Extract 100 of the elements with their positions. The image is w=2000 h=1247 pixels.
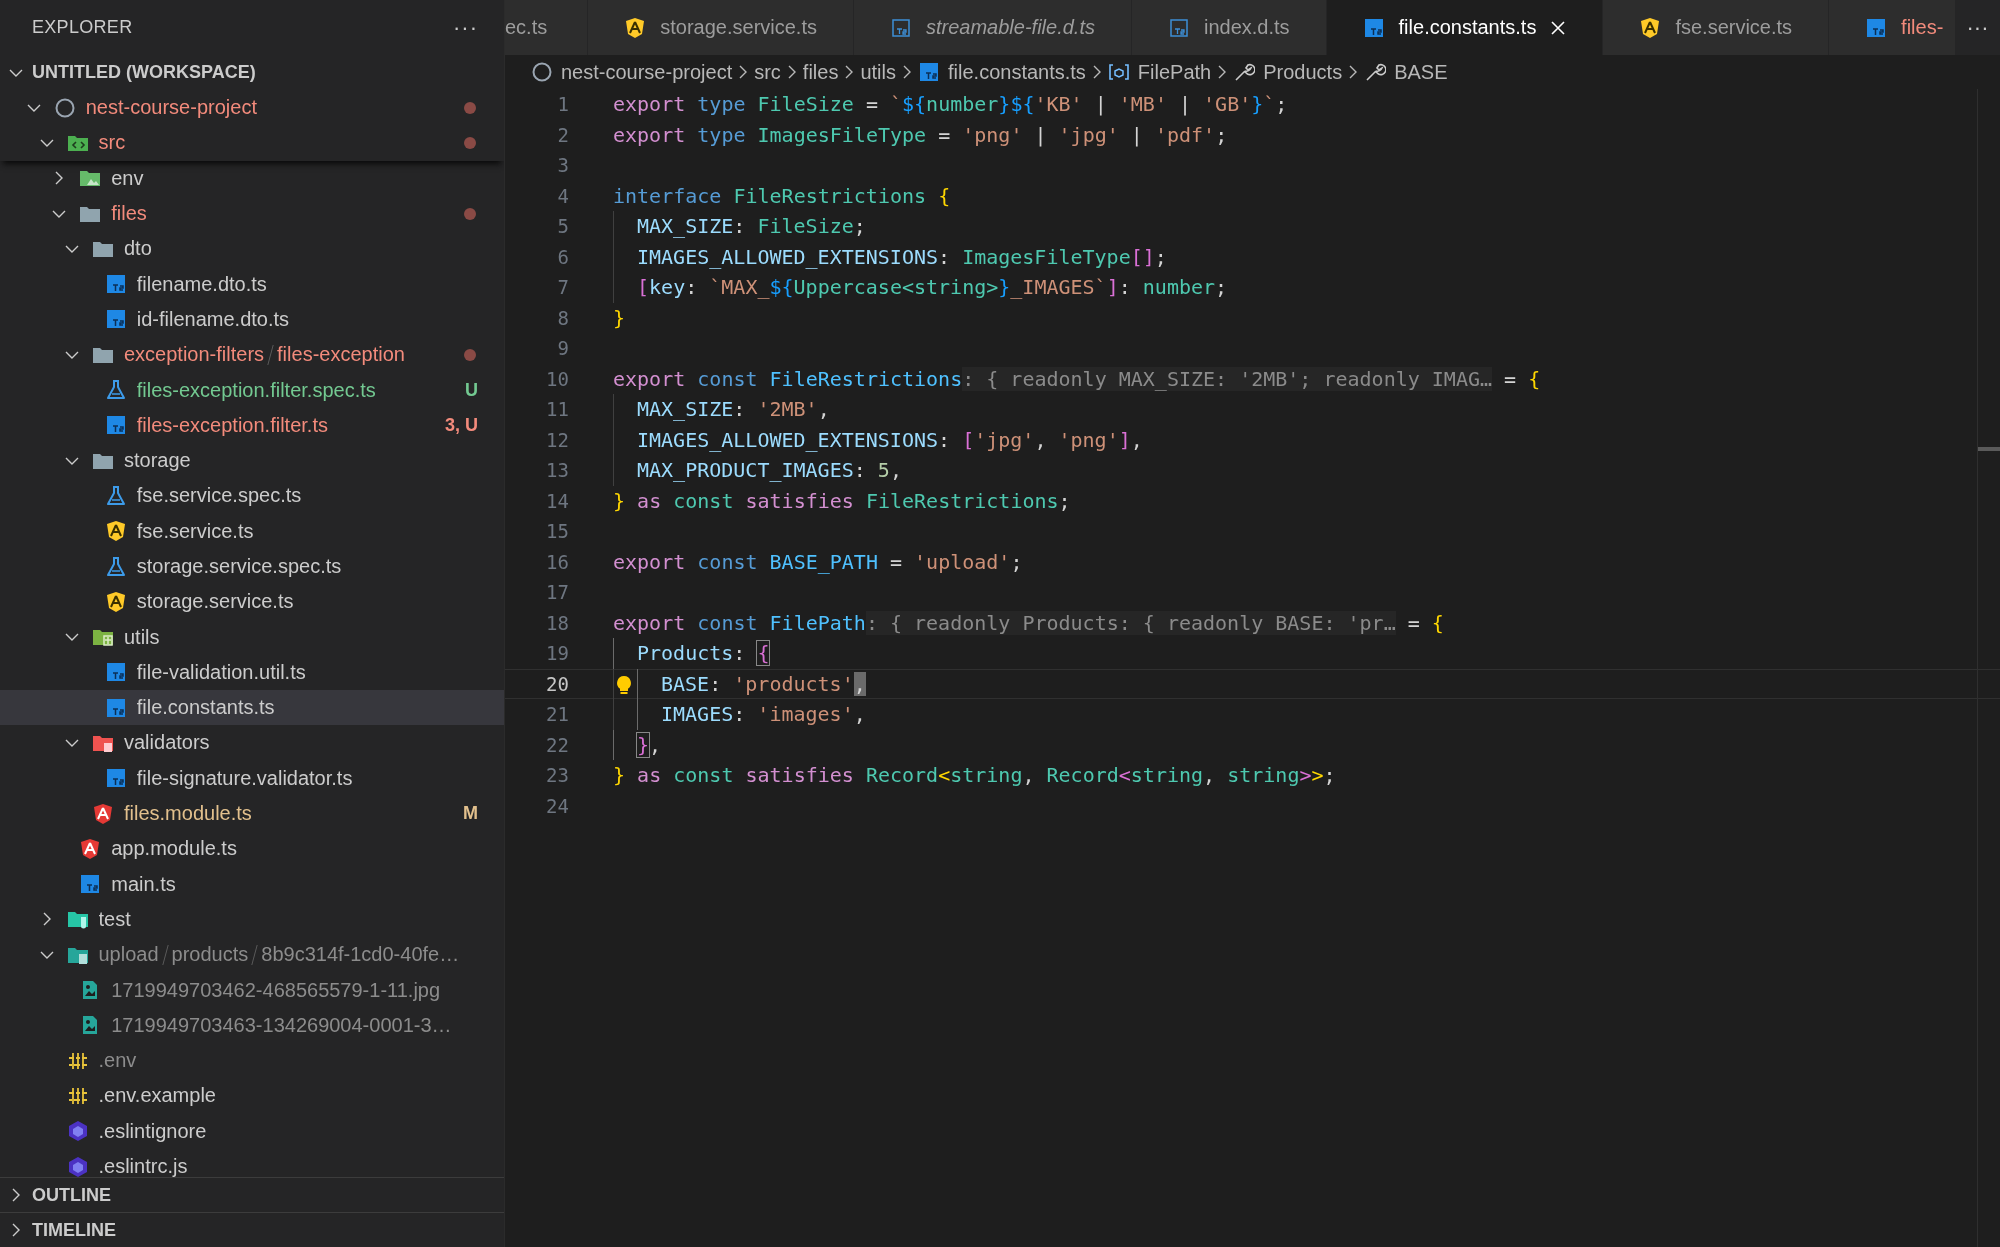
breadcrumb-item[interactable]: FilePath bbox=[1107, 60, 1212, 84]
code-line: MAX_SIZE: FileSize; bbox=[613, 212, 866, 241]
panel-title: TIMELINE bbox=[32, 1219, 116, 1241]
variable-icon bbox=[1107, 61, 1130, 83]
code-line: interface FileRestrictions { bbox=[613, 182, 951, 210]
file-name: fse.service.spec.ts bbox=[136, 484, 303, 508]
breadcrumb-item[interactable]: nest-course-project bbox=[531, 60, 733, 84]
line-number: 5 bbox=[556, 215, 569, 238]
code-line: BASE: 'products', bbox=[613, 669, 866, 698]
folder-name: env bbox=[111, 166, 145, 190]
folder-name: src bbox=[98, 131, 127, 155]
file-name: id-filename.dto.ts bbox=[136, 307, 291, 331]
line-number: 15 bbox=[545, 520, 569, 543]
line-number: 20 bbox=[545, 672, 569, 695]
breadcrumb-item[interactable]: BASE bbox=[1364, 60, 1448, 84]
code-line: MAX_PRODUCT_IMAGES: 5, bbox=[613, 456, 902, 485]
file-name: .env bbox=[98, 1049, 138, 1073]
line-number: 13 bbox=[545, 459, 569, 482]
lightbulb-icon[interactable] bbox=[615, 674, 633, 695]
line-number: 11 bbox=[545, 398, 569, 421]
breadcrumb-item[interactable]: Products bbox=[1233, 60, 1343, 84]
file-name: app.module.ts bbox=[111, 837, 238, 861]
typescript-file-icon bbox=[918, 61, 940, 83]
line-number: 21 bbox=[545, 703, 569, 726]
code-line: } bbox=[613, 304, 626, 332]
chevron-right-icon bbox=[1217, 64, 1228, 80]
editor-tab[interactable]: ec.ts bbox=[505, 0, 589, 55]
panel-header[interactable]: OUTLINE bbox=[0, 1177, 504, 1212]
editor-tab[interactable]: streamable-file.d.ts bbox=[854, 0, 1132, 55]
tree-item[interactable]: src bbox=[0, 125, 504, 161]
typescript-file-icon bbox=[104, 414, 127, 437]
panel-header[interactable]: TIMELINE bbox=[0, 1212, 504, 1247]
more-actions-button[interactable]: ··· bbox=[1955, 0, 2000, 55]
breadcrumb-item[interactable]: files bbox=[802, 60, 839, 84]
breadcrumb-item[interactable]: file.constants.ts bbox=[918, 60, 1086, 84]
typescript-file-icon bbox=[104, 308, 127, 331]
folder-name: 8b9c314f-1cd0-40fe… bbox=[261, 943, 460, 967]
file-name: file-validation.util.ts bbox=[136, 660, 307, 684]
code-line: } as const satisfies FileRestrictions; bbox=[613, 487, 1071, 515]
code-line: }, bbox=[613, 730, 662, 759]
line-number: 16 bbox=[545, 550, 569, 573]
line-number: 6 bbox=[556, 245, 569, 268]
line-number: 22 bbox=[545, 733, 569, 756]
hexagon-icon bbox=[66, 1120, 89, 1143]
folder-name: files bbox=[111, 202, 148, 226]
line-number: 10 bbox=[545, 367, 569, 390]
editor-tab[interactable]: files- bbox=[1829, 0, 1955, 55]
file-name: .env.example bbox=[98, 1084, 217, 1108]
file-name: file.constants.ts bbox=[136, 696, 276, 720]
workspace-header[interactable]: UNTITLED (WORKSPACE) bbox=[0, 55, 504, 90]
folder-name: test bbox=[98, 907, 132, 931]
angular-icon bbox=[79, 837, 102, 860]
git-status-label: M bbox=[463, 803, 478, 825]
file-name: 1719949703462-468565579-1-11.jpg bbox=[111, 978, 442, 1002]
folder-name: products bbox=[171, 943, 249, 967]
scrollbar-marker bbox=[1978, 447, 2000, 451]
file-name: 1719949703463-134269004-0001-3… bbox=[111, 1013, 453, 1037]
panel-title: OUTLINE bbox=[32, 1184, 111, 1206]
editor-tab[interactable]: storage.service.ts bbox=[588, 0, 854, 55]
angular-service-icon bbox=[1639, 16, 1662, 39]
line-number: 18 bbox=[545, 611, 569, 634]
code-line: export type FileSize = `${number}${'KB' | 'MB' | 'GB'}`; bbox=[613, 91, 1288, 119]
file-name: files-exception.filter.spec.ts bbox=[136, 378, 377, 402]
tree-item[interactable]: file.constants.ts bbox=[0, 690, 504, 726]
line-number: 2 bbox=[556, 123, 569, 146]
breadcrumb-item[interactable]: utils bbox=[860, 60, 896, 84]
editor-tab[interactable]: file.constants.ts bbox=[1326, 0, 1604, 55]
file-name: storage.service.spec.ts bbox=[136, 555, 343, 578]
folder-name: exception-filters bbox=[124, 343, 265, 367]
file-name: files.module.ts bbox=[124, 802, 253, 826]
chevron-right-icon bbox=[1348, 64, 1359, 80]
angular-service-icon bbox=[104, 520, 127, 543]
angular-service-icon bbox=[104, 590, 127, 613]
editor-tab[interactable]: index.d.ts bbox=[1131, 0, 1327, 55]
line-number: 3 bbox=[556, 154, 569, 177]
more-actions-button[interactable]: ··· bbox=[453, 14, 478, 41]
line-number: 7 bbox=[556, 276, 569, 299]
chevron-right-icon bbox=[786, 64, 797, 80]
file-name: file-signature.validator.ts bbox=[136, 766, 354, 790]
angular-icon bbox=[92, 802, 114, 825]
line-number: 9 bbox=[556, 337, 569, 360]
code-line: IMAGES_ALLOWED_EXTENSIONS: ['jpg', 'png'], bbox=[613, 425, 1143, 454]
file-name: main.ts bbox=[111, 872, 177, 896]
line-number: 19 bbox=[545, 642, 569, 665]
typescript-file-icon bbox=[1362, 16, 1385, 39]
breadcrumb-item[interactable]: src bbox=[754, 60, 781, 84]
code-line: export type ImagesFileType = 'png' | 'jpg' | 'pdf'; bbox=[613, 121, 1228, 149]
code-line: export const FilePath: { readonly Products: { readonly BASE: 'pr… = { bbox=[613, 609, 1444, 637]
line-number: 12 bbox=[545, 428, 569, 451]
typescript-file-icon bbox=[104, 696, 127, 719]
editor-tab[interactable]: fse.service.ts bbox=[1603, 0, 1830, 55]
file-name: storage.service.ts bbox=[136, 590, 295, 614]
circle-icon bbox=[531, 61, 553, 83]
line-number: 4 bbox=[556, 184, 569, 207]
close-icon[interactable] bbox=[1550, 19, 1567, 36]
angular-service-icon bbox=[624, 16, 647, 39]
wrench-icon bbox=[1364, 61, 1387, 83]
line-number: 8 bbox=[556, 306, 569, 329]
code-line: IMAGES_ALLOWED_EXTENSIONS: ImagesFileType[]; bbox=[613, 242, 1167, 271]
code-line: Products: { bbox=[613, 639, 770, 668]
